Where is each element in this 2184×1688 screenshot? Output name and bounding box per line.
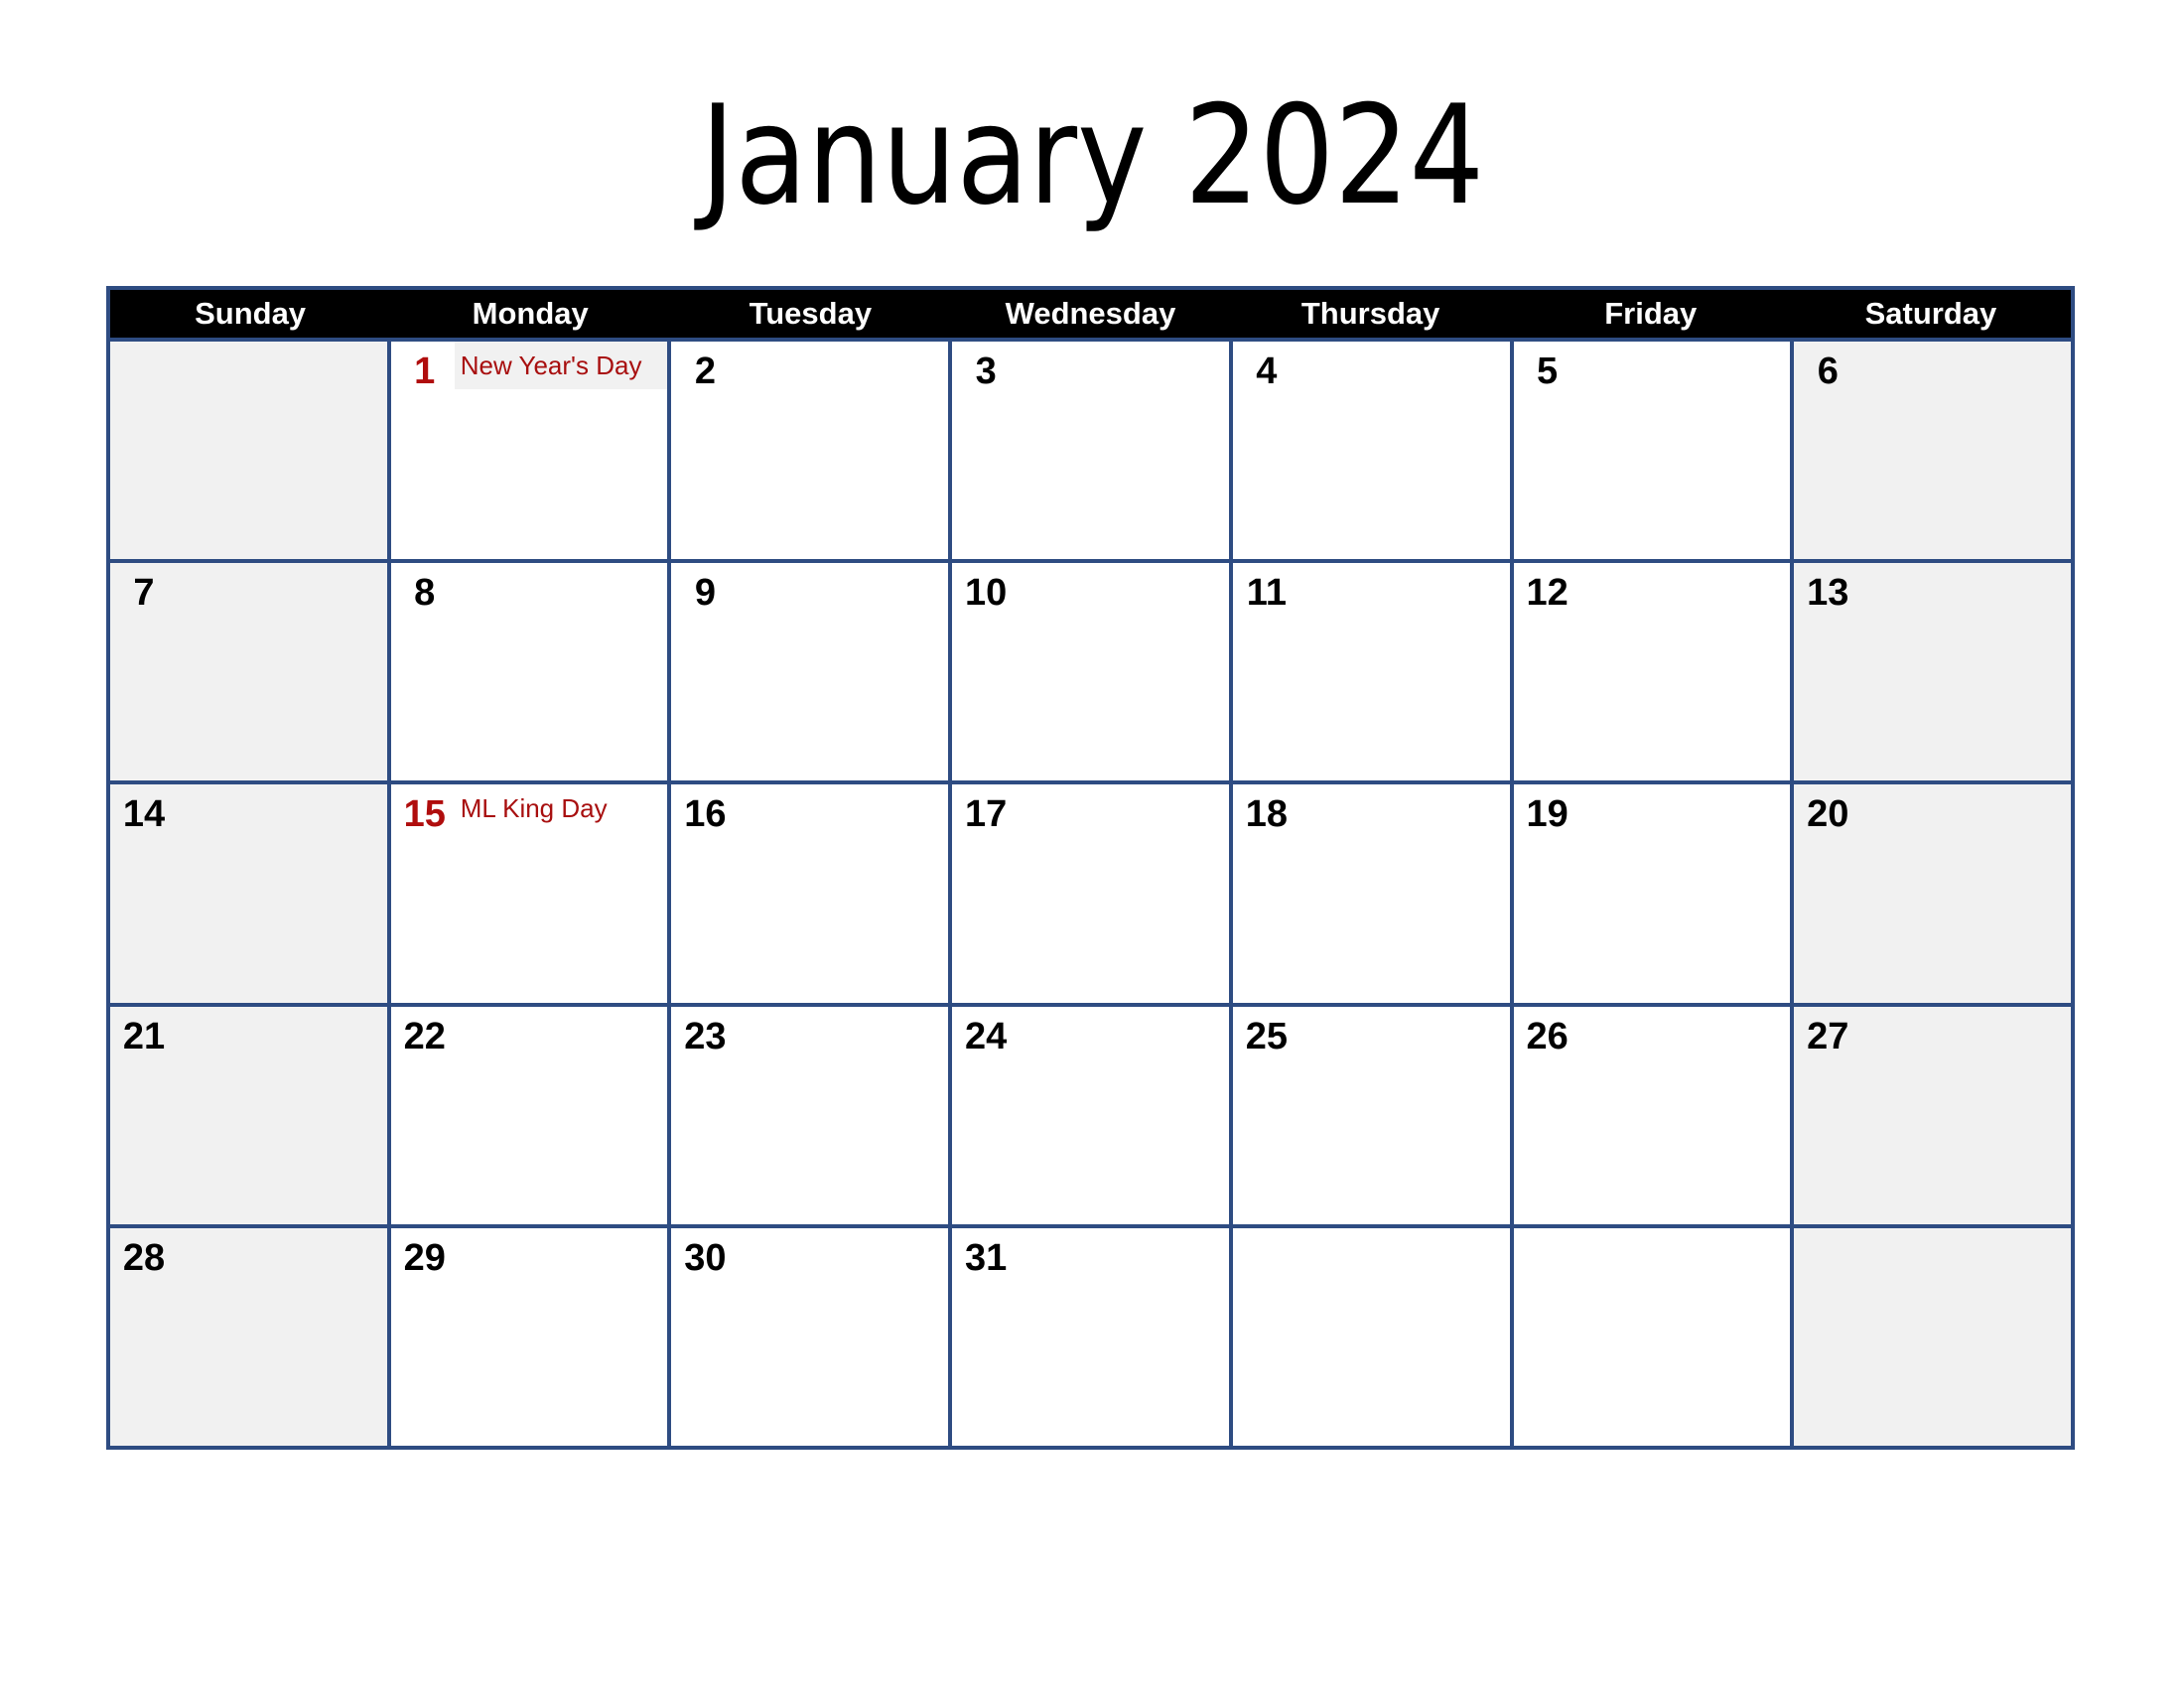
day-cell-empty[interactable]: [1232, 1227, 1510, 1447]
day-cell-empty[interactable]: [1794, 1227, 2072, 1447]
day-number: 8: [414, 572, 436, 615]
day-cell-24[interactable]: 24: [952, 1006, 1229, 1224]
holiday-label: New Year's Day: [454, 342, 668, 389]
day-cell-15[interactable]: 15 ML King Day: [390, 784, 668, 1003]
day-cell-25[interactable]: 25: [1232, 1006, 1510, 1224]
day-number: 4: [1256, 351, 1278, 392]
day-number: 6: [1817, 351, 1839, 392]
holiday-label: ML King Day: [460, 793, 608, 824]
day-number: 20: [1807, 793, 1849, 836]
day-cell-29[interactable]: 29: [390, 1227, 668, 1447]
day-number: 24: [965, 1015, 1008, 1057]
day-number: 29: [403, 1236, 446, 1279]
day-cell-22[interactable]: 22: [390, 1006, 668, 1224]
day-cell-3[interactable]: 3: [952, 342, 1229, 560]
week-row: 1 New Year's Day 2 3 4 5 6: [110, 342, 2072, 560]
day-number: 11: [1246, 572, 1287, 615]
day-cell-18[interactable]: 18: [1232, 784, 1510, 1003]
calendar-grid: Sunday Monday Tuesday Wednesday Thursday…: [106, 286, 2075, 1450]
day-cell-16[interactable]: 16: [671, 784, 949, 1003]
day-number: 16: [684, 793, 727, 836]
day-cell-8[interactable]: 8: [390, 563, 668, 781]
day-cell-17[interactable]: 17: [952, 784, 1229, 1003]
day-cell-empty[interactable]: [110, 342, 387, 560]
day-cell-11[interactable]: 11: [1232, 563, 1510, 781]
day-cell-31[interactable]: 31: [952, 1227, 1229, 1447]
day-cell-28[interactable]: 28: [110, 1227, 387, 1447]
day-cell-5[interactable]: 5: [1513, 342, 1791, 560]
day-cell-10[interactable]: 10: [952, 563, 1229, 781]
weekday-tuesday: Tuesday: [749, 296, 873, 331]
day-number: 26: [1526, 1015, 1569, 1057]
day-number: 22: [403, 1015, 446, 1057]
day-number: 31: [965, 1236, 1008, 1279]
day-number: 28: [122, 1236, 166, 1279]
weekday-header: Sunday Monday Tuesday Wednesday Thursday…: [110, 290, 2071, 338]
day-cell-9[interactable]: 9: [671, 563, 949, 781]
day-cell-30[interactable]: 30: [671, 1227, 949, 1447]
day-cell-26[interactable]: 26: [1513, 1006, 1791, 1224]
weekday-friday: Friday: [1604, 296, 1698, 331]
day-number: 18: [1245, 793, 1289, 836]
day-number: 7: [133, 572, 155, 615]
day-cell-14[interactable]: 14: [110, 784, 387, 1003]
week-row: 14 15 ML King Day 16 17 18 19 20: [110, 784, 2072, 1003]
day-cell-13[interactable]: 13: [1794, 563, 2072, 781]
weekday-sunday: Sunday: [195, 296, 307, 331]
day-cell-19[interactable]: 19: [1513, 784, 1791, 1003]
day-cell-4[interactable]: 4: [1232, 342, 1510, 560]
day-cell-23[interactable]: 23: [671, 1006, 949, 1224]
day-number: 15: [403, 793, 446, 836]
day-number: 30: [684, 1236, 727, 1279]
weekday-wednesday: Wednesday: [1005, 296, 1176, 331]
week-row: 28 29 30 31: [110, 1227, 2072, 1447]
day-number: 5: [1537, 351, 1559, 392]
day-number: 17: [965, 793, 1008, 836]
day-number: 1: [414, 351, 436, 392]
day-cell-20[interactable]: 20: [1794, 784, 2072, 1003]
day-cell-12[interactable]: 12: [1513, 563, 1791, 781]
day-number: 3: [975, 351, 997, 392]
weekday-thursday: Thursday: [1300, 296, 1440, 331]
day-cell-7[interactable]: 7: [110, 563, 387, 781]
day-cell-1[interactable]: 1 New Year's Day: [390, 342, 668, 560]
day-cell-27[interactable]: 27: [1794, 1006, 2072, 1224]
day-number: 21: [122, 1015, 166, 1057]
weekday-saturday: Saturday: [1864, 296, 1997, 331]
month-title: January 2024: [700, 75, 1485, 235]
day-number: 19: [1526, 793, 1569, 836]
week-row: 21 22 23 24 25 26 27: [110, 1006, 2072, 1224]
day-number: 9: [694, 572, 716, 615]
day-number: 12: [1526, 572, 1569, 615]
day-cell-2[interactable]: 2: [671, 342, 949, 560]
day-number: 2: [694, 351, 716, 392]
day-number: 14: [122, 793, 166, 836]
day-number: 27: [1807, 1015, 1849, 1057]
day-number: 13: [1807, 572, 1849, 615]
day-cell-21[interactable]: 21: [110, 1006, 387, 1224]
day-number: 10: [965, 572, 1008, 615]
weeks-container: 1 New Year's Day 2 3 4 5 6 7 8 9 10 11 12 13 14 15 ML Ki…: [110, 342, 2072, 1447]
day-number: 25: [1245, 1015, 1289, 1057]
day-cell-empty[interactable]: [1513, 1227, 1791, 1447]
weekday-monday: Monday: [472, 296, 589, 331]
day-cell-6[interactable]: 6: [1794, 342, 2072, 560]
day-number: 23: [684, 1015, 727, 1057]
week-row: 7 8 9 10 11 12 13: [110, 563, 2072, 781]
